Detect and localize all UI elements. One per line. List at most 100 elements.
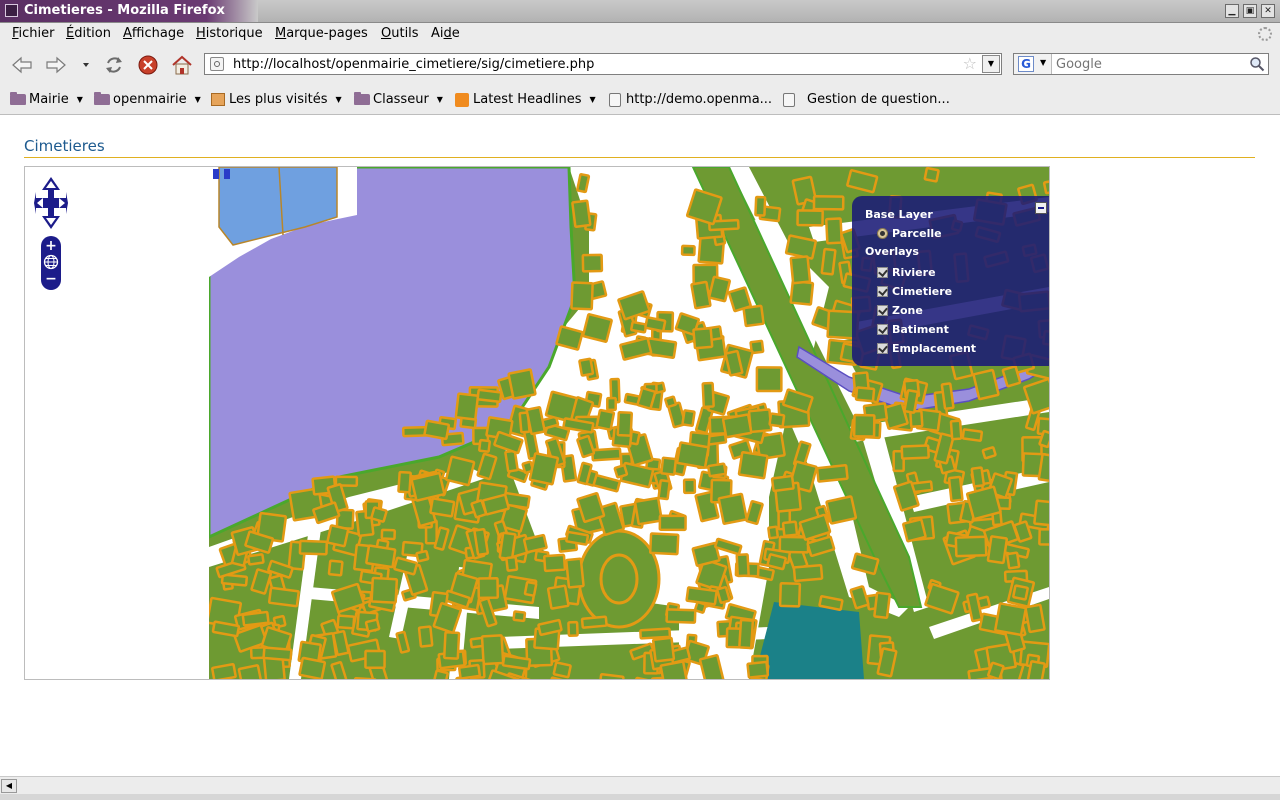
menu-marque-pages-label: arque-pages xyxy=(286,26,368,41)
window-titlebar[interactable]: Cimetieres - Mozilla Firefox ▁ ▣ ✕ xyxy=(0,0,1280,23)
window-menu-icon[interactable] xyxy=(5,4,18,17)
building-footprint xyxy=(986,535,1009,565)
history-dropdown-button[interactable] xyxy=(74,53,98,77)
bookmark-label: Mairie xyxy=(29,92,69,107)
url-text[interactable]: http://localhost/openmairie_cimetiere/si… xyxy=(233,57,594,72)
overlay-zone[interactable]: Zone xyxy=(877,304,923,317)
minimize-button[interactable]: ▁ xyxy=(1225,4,1239,18)
menu-outils[interactable]: Outils xyxy=(381,26,419,41)
restore-button[interactable]: ▣ xyxy=(1243,4,1257,18)
building-footprint xyxy=(854,386,876,403)
building-footprint xyxy=(477,576,500,600)
stop-button[interactable] xyxy=(135,53,161,77)
url-history-dropdown-button[interactable]: ▼ xyxy=(982,55,1000,73)
building-footprint xyxy=(512,610,527,623)
menu-aide[interactable]: Aide xyxy=(431,26,460,41)
building-footprint xyxy=(824,217,843,245)
checkbox-checked-icon[interactable] xyxy=(877,305,888,316)
building-footprint xyxy=(767,525,779,540)
map-container[interactable]: + − Base Layer Parcelle Overlays Riviere… xyxy=(24,166,1050,680)
radio-selected-icon[interactable] xyxy=(877,228,888,239)
building-footprint xyxy=(796,209,824,227)
bookmark-gestion-questions[interactable]: Gestion de question... xyxy=(783,92,950,107)
search-engine-selector[interactable]: G ▼ xyxy=(1014,54,1052,74)
search-bar[interactable]: G ▼ xyxy=(1013,53,1269,75)
bookmarks-toolbar: Mairie ▼ openmairie ▼ Les plus visités ▼ Cl… xyxy=(0,85,1280,115)
building-footprint xyxy=(442,630,461,660)
bookmark-folder-classeur[interactable]: Classeur ▼ xyxy=(354,92,443,107)
building-footprint xyxy=(423,419,451,441)
overlay-cimetiere[interactable]: Cimetiere xyxy=(877,285,952,298)
bookmark-folder-most-visited[interactable]: Les plus visités ▼ xyxy=(211,92,342,107)
menu-fichier-label: ichier xyxy=(18,26,55,41)
bookmark-feed-latest-headlines[interactable]: Latest Headlines ▼ xyxy=(455,92,596,107)
zoom-world-globe-icon[interactable] xyxy=(43,254,59,270)
building-footprint xyxy=(954,535,988,558)
building-footprint xyxy=(789,279,815,306)
pan-control[interactable] xyxy=(33,176,69,230)
checkbox-checked-icon[interactable] xyxy=(877,343,888,354)
stop-icon xyxy=(138,55,158,75)
zoom-in-button[interactable]: + xyxy=(41,238,61,254)
building-footprint xyxy=(211,662,237,679)
building-footprint xyxy=(237,664,262,679)
building-footprint xyxy=(247,553,265,566)
back-button[interactable] xyxy=(9,53,35,77)
url-bar[interactable]: http://localhost/openmairie_cimetiere/si… xyxy=(204,53,1002,75)
checkbox-checked-icon[interactable] xyxy=(877,324,888,335)
chevron-down-icon: ▼ xyxy=(76,95,83,104)
reload-button[interactable] xyxy=(101,53,127,77)
building-footprint xyxy=(680,244,696,257)
building-footprint xyxy=(735,553,750,578)
building-footprint xyxy=(784,234,817,260)
menu-fichier[interactable]: Fichier xyxy=(12,26,55,41)
building-footprint xyxy=(370,506,388,523)
building-footprint xyxy=(1038,527,1049,547)
bookmark-label: http://demo.openma... xyxy=(626,92,773,107)
bookmark-folder-mairie[interactable]: Mairie ▼ xyxy=(10,92,83,107)
search-icon[interactable] xyxy=(1249,56,1265,72)
overlay-emplacement[interactable]: Emplacement xyxy=(877,342,976,355)
overlay-batiment[interactable]: Batiment xyxy=(877,323,949,336)
building-footprint xyxy=(480,634,505,666)
bookmark-star-icon[interactable]: ☆ xyxy=(963,55,977,73)
menu-historique[interactable]: Historique xyxy=(196,26,263,41)
checkbox-checked-icon[interactable] xyxy=(877,286,888,297)
bookmark-label: openmairie xyxy=(113,92,187,107)
forward-button[interactable] xyxy=(43,53,69,77)
building-footprint xyxy=(923,167,940,183)
layer-switcher-minimize-button[interactable] xyxy=(1035,202,1047,214)
stadium-feature xyxy=(577,529,661,629)
search-input[interactable] xyxy=(1056,57,1246,72)
building-footprint xyxy=(940,382,955,411)
menu-edition[interactable]: Édition xyxy=(66,26,111,41)
zoom-control: + − xyxy=(41,236,61,290)
bookmark-demo-openmairie[interactable]: http://demo.openma... xyxy=(609,92,772,107)
site-identity-icon[interactable] xyxy=(210,57,224,71)
horizontal-scrollbar[interactable]: ◀ xyxy=(0,776,1280,795)
building-footprint xyxy=(747,408,773,434)
menu-marque-pages[interactable]: Marque-pages xyxy=(275,26,368,41)
building-footprint xyxy=(507,368,537,400)
layer-switcher-panel: Base Layer Parcelle Overlays Riviere Cim… xyxy=(852,196,1049,366)
bookmark-label: Latest Headlines xyxy=(473,92,582,107)
overlay-riviere[interactable]: Riviere xyxy=(877,266,936,279)
bookmark-folder-openmairie[interactable]: openmairie ▼ xyxy=(94,92,201,107)
scroll-left-arrow-icon[interactable]: ◀ xyxy=(1,779,17,793)
building-footprint xyxy=(1012,584,1029,601)
building-footprint xyxy=(994,602,1027,637)
building-footprint xyxy=(651,636,676,663)
building-footprint xyxy=(737,450,769,480)
activity-throbber-icon xyxy=(1258,27,1272,41)
menu-affichage[interactable]: Affichage xyxy=(123,26,184,41)
close-button[interactable]: ✕ xyxy=(1261,4,1275,18)
base-layer-parcelle[interactable]: Parcelle xyxy=(877,227,942,240)
building-footprint xyxy=(781,520,799,538)
building-footprint xyxy=(675,441,710,469)
menu-affichage-label: ffichage xyxy=(131,26,185,41)
building-footprint xyxy=(658,514,687,532)
zoom-out-button[interactable]: − xyxy=(41,271,61,287)
checkbox-checked-icon[interactable] xyxy=(877,267,888,278)
home-button[interactable] xyxy=(169,53,195,77)
building-footprint xyxy=(825,495,858,525)
